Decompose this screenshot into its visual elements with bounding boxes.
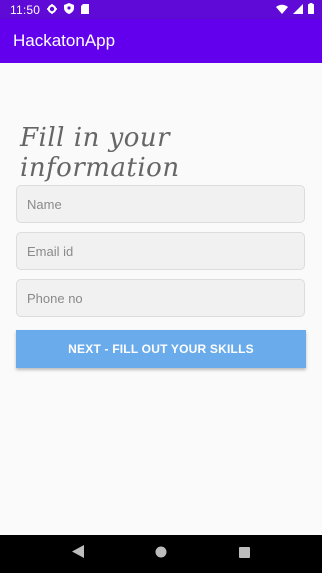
- status-right: [276, 2, 314, 17]
- form-heading: Fill in your information: [20, 123, 180, 183]
- app-title: HackatonApp: [13, 31, 116, 50]
- navigation-bar: [0, 535, 322, 573]
- gear-icon: [47, 3, 58, 17]
- status-time: 11:50: [10, 2, 41, 17]
- recents-icon: [238, 545, 250, 563]
- home-button[interactable]: [141, 535, 181, 573]
- phone-input[interactable]: [17, 280, 304, 316]
- status-left: 11:50: [10, 2, 90, 17]
- name-field-container: [16, 185, 305, 223]
- status-bar: 11:50: [0, 0, 322, 19]
- sd-card-icon: [81, 3, 90, 17]
- app-bar: HackatonApp: [0, 19, 322, 63]
- battery-icon: [308, 2, 314, 17]
- back-button[interactable]: [58, 535, 98, 573]
- home-icon: [155, 545, 167, 563]
- recents-button[interactable]: [224, 535, 264, 573]
- back-icon: [71, 545, 84, 563]
- main-content: Fill in your information NEXT - FILL OUT…: [0, 63, 322, 535]
- email-input[interactable]: [17, 233, 304, 269]
- cell-signal-icon: [293, 3, 303, 17]
- phone-field-container: [16, 279, 305, 317]
- shield-icon: [64, 2, 75, 17]
- next-skills-button[interactable]: NEXT - FILL OUT YOUR SKILLS: [16, 330, 306, 368]
- email-field-container: [16, 232, 305, 270]
- wifi-icon: [276, 3, 288, 17]
- name-input[interactable]: [17, 186, 304, 222]
